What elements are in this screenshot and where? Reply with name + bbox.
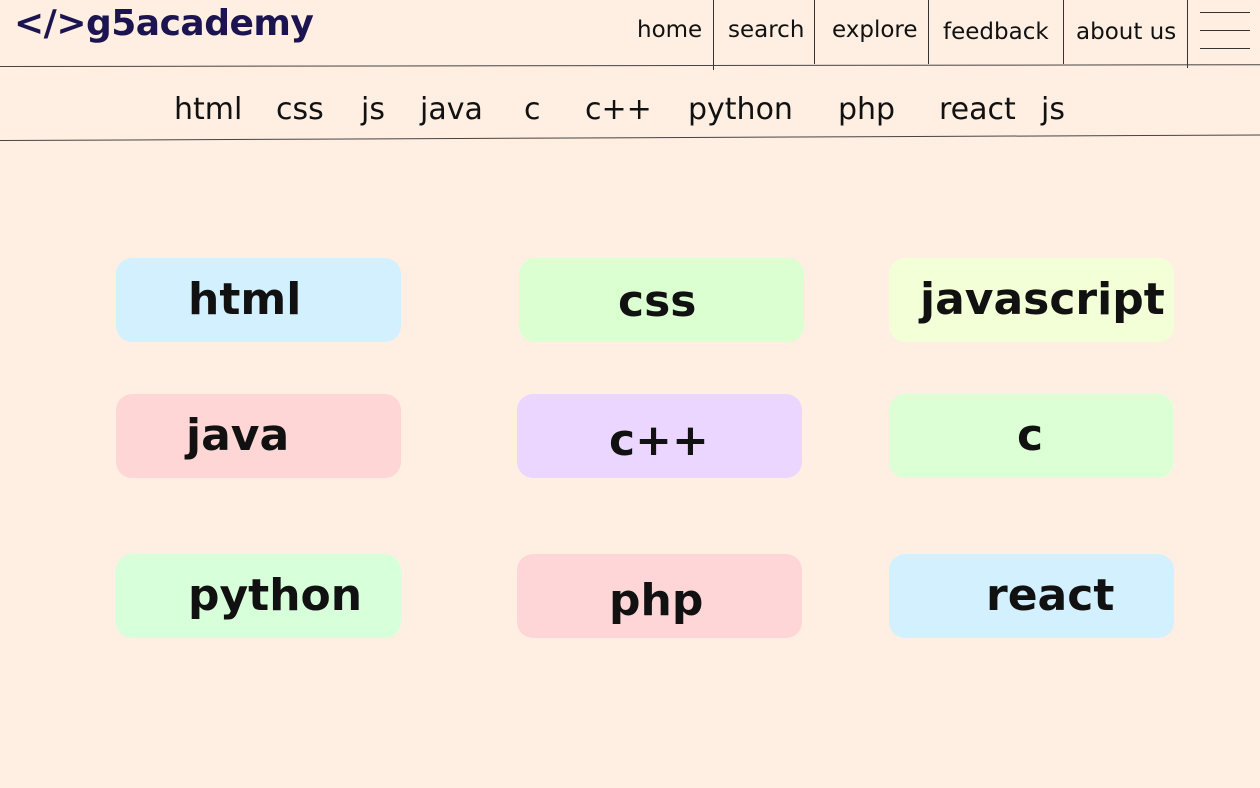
nav-search-link[interactable]: search [728, 0, 804, 64]
subnav-react-link[interactable]: react [939, 90, 1016, 130]
subnav-cpp-link[interactable]: c++ [585, 90, 652, 130]
nav-divider [1063, 0, 1064, 64]
css-course-card[interactable]: css [519, 258, 804, 342]
java-course-card[interactable]: java [116, 394, 401, 478]
nav-divider [713, 0, 714, 70]
nav-about-us-link[interactable]: about us [1076, 2, 1176, 66]
menu-line [1200, 12, 1250, 13]
card-label: php [609, 575, 704, 626]
subnav-html-link[interactable]: html [174, 90, 242, 130]
nav-feedback-link[interactable]: feedback [943, 2, 1049, 66]
menu-line [1200, 30, 1250, 31]
card-label: c [1017, 410, 1044, 461]
subnav-php-link[interactable]: php [838, 90, 895, 130]
react-course-card[interactable]: react [889, 554, 1174, 638]
hamburger-menu-icon[interactable] [1196, 10, 1254, 56]
top-navigation: home search explore feedback about us [0, 0, 1260, 70]
nav-explore-link[interactable]: explore [832, 0, 918, 64]
card-label: react [986, 570, 1115, 621]
nav-divider [1187, 0, 1188, 68]
subnav-css-link[interactable]: css [276, 90, 324, 130]
language-subnav: html css js java c c++ python php react … [0, 72, 1260, 142]
nav-divider [928, 0, 929, 64]
subnav-java-link[interactable]: java [420, 90, 483, 130]
html-course-card[interactable]: html [116, 258, 401, 342]
php-course-card[interactable]: php [517, 554, 802, 638]
subnav-js-link[interactable]: js [361, 90, 385, 130]
javascript-course-card[interactable]: javascript [889, 258, 1174, 342]
cpp-course-card[interactable]: c++ [517, 394, 802, 478]
card-label: python [188, 570, 363, 621]
card-label: c++ [609, 415, 709, 466]
c-course-card[interactable]: c [889, 394, 1174, 478]
menu-line [1200, 48, 1250, 49]
nav-home-link[interactable]: home [637, 0, 702, 64]
subnav-python-link[interactable]: python [688, 90, 793, 130]
nav-divider [814, 0, 815, 64]
card-label: java [186, 410, 290, 461]
python-course-card[interactable]: python [116, 554, 401, 638]
card-label: javascript [920, 274, 1165, 325]
card-label: html [188, 274, 302, 325]
subnav-c-link[interactable]: c [524, 90, 541, 130]
card-label: css [618, 276, 697, 327]
subnav-js-link[interactable]: js [1041, 90, 1065, 130]
